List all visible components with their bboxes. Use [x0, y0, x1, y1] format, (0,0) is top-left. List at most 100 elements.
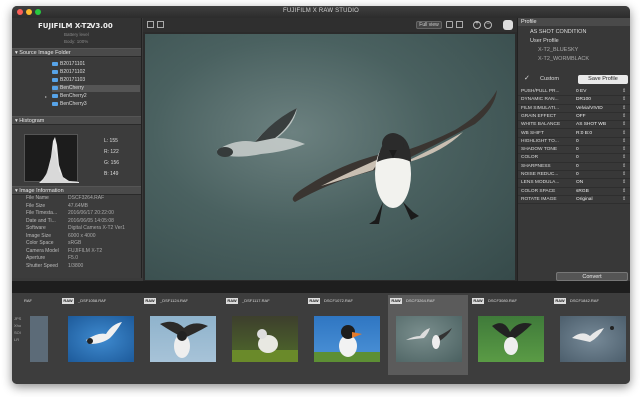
- parameter-row[interactable]: ROTATE IMAGE Original ⇕: [518, 196, 630, 205]
- disclosure-triangle-icon[interactable]: ▸: [45, 94, 47, 99]
- dropdown-arrow-icon[interactable]: ⇕: [622, 121, 626, 127]
- raw-badge: RAW: [144, 298, 156, 304]
- profile-item[interactable]: X-T2_WORMBLACK: [538, 56, 589, 62]
- parameter-row[interactable]: PUSH/PULL PR... 0 EV ⇕: [518, 88, 630, 97]
- as-shot-condition[interactable]: AS SHOT CONDITION: [530, 29, 586, 35]
- main-photo[interactable]: [145, 34, 515, 280]
- parameter-row[interactable]: FILM SIMULATI... Velvia/VIVID ⇕: [518, 105, 630, 113]
- parameter-label: SHADOW TONE: [521, 147, 558, 153]
- filmstrip-thumb[interactable]: RAW DSCF1842.RAF: [552, 295, 630, 375]
- parameter-row[interactable]: WHITE BALANCE AS SHOT WB ⇕: [518, 121, 630, 130]
- filmstrip-thumb[interactable]: RAW _DSF1117.RAF: [224, 295, 304, 375]
- dropdown-arrow-icon[interactable]: ⇕: [622, 188, 626, 194]
- parameter-row[interactable]: SHADOW TONE 0 ⇕: [518, 146, 630, 155]
- parameter-row[interactable]: WB SHIFT R:0 B:0 ⇕: [518, 130, 630, 138]
- filmstrip-thumb[interactable]: RAW _DSF1124.RAF: [142, 295, 222, 375]
- thumb-filename: _DSF1124.RAF: [160, 298, 188, 303]
- filmstrip: JPS Xho SOI LR RAF RAW _DSF1058.RAF RAW …: [12, 293, 630, 384]
- dropdown-arrow-icon[interactable]: ⇕: [622, 196, 626, 202]
- parameter-value[interactable]: ON: [576, 180, 583, 185]
- parameter-label: COLOR SPACE: [521, 188, 556, 194]
- zoom-in-icon[interactable]: +: [473, 21, 481, 29]
- folder-item[interactable]: B20171102: [52, 69, 140, 76]
- dropdown-arrow-icon[interactable]: ⇕: [622, 146, 626, 152]
- folder-icon: [52, 61, 58, 66]
- thumb-image: [150, 316, 216, 362]
- thumb-image: [30, 316, 48, 362]
- folder-icon: [52, 93, 58, 98]
- dropdown-arrow-icon[interactable]: ⇕: [622, 138, 626, 144]
- full-view-button[interactable]: Full view: [416, 21, 442, 29]
- fit-icon[interactable]: [446, 21, 453, 28]
- folder-item[interactable]: BenCherry3: [52, 101, 140, 108]
- parameter-row[interactable]: COLOR SPACE sRGB ⇕: [518, 188, 630, 196]
- hand-tool-icon[interactable]: [503, 20, 513, 30]
- parameter-row[interactable]: HIGHLIGHT TO... 0 ⇕: [518, 138, 630, 147]
- parameter-value[interactable]: 0: [576, 164, 579, 169]
- info-value: DSCF3264.RAF: [68, 195, 105, 201]
- folder-item[interactable]: BenCherry: [52, 85, 140, 92]
- parameter-value[interactable]: OFF: [576, 114, 586, 119]
- dropdown-arrow-icon[interactable]: ⇕: [622, 179, 626, 185]
- parameter-value[interactable]: 0: [576, 147, 579, 152]
- dropdown-arrow-icon[interactable]: ⇕: [622, 163, 626, 169]
- custom-profile-label[interactable]: Custom: [540, 76, 559, 82]
- parameter-label: GRAIN EFFECT: [521, 113, 557, 119]
- disclosure-triangle-icon: ▾: [15, 50, 18, 56]
- dropdown-arrow-icon[interactable]: ⇕: [622, 113, 626, 119]
- dropdown-arrow-icon[interactable]: ⇕: [622, 154, 626, 160]
- parameter-row[interactable]: DYNAMIC RAN... DR100 ⇕: [518, 96, 630, 105]
- parameter-value[interactable]: AS SHOT WB: [576, 122, 606, 127]
- dropdown-arrow-icon[interactable]: ⇕: [622, 105, 626, 111]
- histogram-b: B: 149: [104, 171, 119, 177]
- parameter-row[interactable]: SHARPNESS 0 ⇕: [518, 163, 630, 171]
- filmstrip-thumb[interactable]: RAW DSCF3080.RAF: [470, 295, 550, 375]
- folder-item[interactable]: B20171103: [52, 77, 140, 84]
- parameter-value[interactable]: 0 EV: [576, 89, 586, 94]
- single-view-icon[interactable]: [147, 21, 154, 28]
- parameter-value[interactable]: 0: [576, 172, 579, 177]
- dropdown-arrow-icon[interactable]: ⇕: [622, 96, 626, 102]
- thumb-image: [560, 316, 626, 362]
- user-profile-label: User Profile: [530, 38, 559, 44]
- folder-item[interactable]: B20171101: [52, 61, 140, 68]
- filmstrip-thumb[interactable]: RAW DSCF1072.RAF: [306, 295, 386, 375]
- parameter-value[interactable]: 0: [576, 155, 579, 160]
- parameter-value[interactable]: Original: [576, 197, 593, 202]
- filmstrip-thumb-selected[interactable]: RAW DSCF3264.RAF: [388, 295, 468, 375]
- folder-item[interactable]: BenCherry2: [52, 93, 140, 100]
- raw-badge: RAW: [308, 298, 320, 304]
- parameter-value[interactable]: DR100: [576, 97, 591, 102]
- thumb-image: [314, 316, 380, 362]
- dropdown-arrow-icon[interactable]: ⇕: [622, 88, 626, 94]
- zoom-out-icon[interactable]: −: [484, 21, 492, 29]
- parameter-label: WB SHIFT: [521, 130, 544, 136]
- parameter-row[interactable]: GRAIN EFFECT OFF ⇕: [518, 113, 630, 122]
- expand-icon[interactable]: [456, 21, 463, 28]
- save-profile-button[interactable]: Save Profile: [578, 75, 628, 84]
- disclosure-triangle-icon: ▾: [15, 188, 18, 194]
- parameter-value[interactable]: R:0 B:0: [576, 131, 592, 136]
- parameter-row[interactable]: NOISE REDUC... 0 ⇕: [518, 171, 630, 180]
- info-value: sRGB: [68, 240, 82, 246]
- preview-toolbar: Full view + −: [143, 18, 517, 32]
- source-folder-header[interactable]: ▾ Source Image Folder: [12, 48, 141, 57]
- dropdown-arrow-icon[interactable]: ⇕: [622, 171, 626, 177]
- parameter-value[interactable]: Velvia/VIVID: [576, 106, 603, 111]
- filmstrip-divider[interactable]: [12, 281, 630, 293]
- parameter-value[interactable]: sRGB: [576, 189, 589, 194]
- filmstrip-thumb[interactable]: RAW _DSF1058.RAF: [60, 295, 140, 375]
- parameter-row[interactable]: COLOR 0 ⇕: [518, 154, 630, 163]
- parameter-value[interactable]: 0: [576, 139, 579, 144]
- image-info-header[interactable]: ▾ Image Information: [12, 186, 141, 195]
- histogram-g: G: 156: [104, 160, 120, 166]
- parameter-row[interactable]: LENS MODULA... ON ⇕: [518, 179, 630, 188]
- histogram-header[interactable]: ▾ Histogram: [12, 116, 141, 125]
- filmstrip-thumb[interactable]: RAF: [12, 295, 52, 375]
- profile-item[interactable]: X-T2_BLUESKY: [538, 47, 578, 53]
- dropdown-arrow-icon[interactable]: ⇕: [622, 130, 626, 136]
- info-label: Aperture: [26, 255, 46, 261]
- compare-view-icon[interactable]: [157, 21, 164, 28]
- convert-button[interactable]: Convert: [556, 272, 628, 281]
- info-value: 47.64MB: [68, 202, 89, 209]
